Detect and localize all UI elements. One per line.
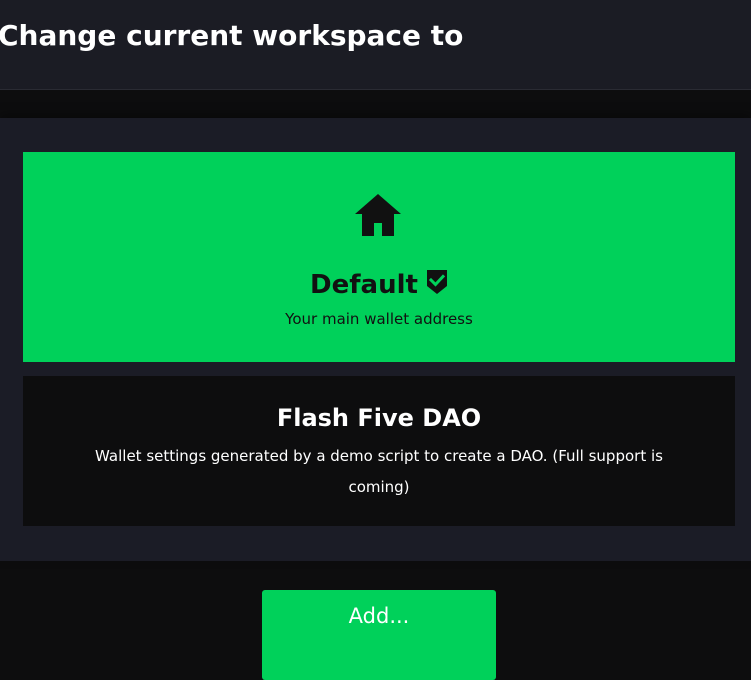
workspace-name: Default [310, 270, 418, 300]
workspace-description: Your main wallet address [285, 310, 473, 328]
page-header: Change current workspace to [0, 0, 751, 90]
page-title: Change current workspace to [0, 19, 464, 52]
workspace-name: Flash Five DAO [276, 404, 482, 432]
add-workspace-button[interactable]: Add... [262, 590, 496, 680]
workspace-description: Wallet settings generated by a demo scri… [95, 447, 663, 496]
workspace-card-flash-five-dao[interactable]: Flash Five DAO Wallet settings generated… [23, 376, 735, 526]
home-icon [355, 194, 401, 236]
check-badge-icon [426, 270, 447, 294]
workspace-card-default[interactable]: Default Your main wallet address [23, 152, 735, 362]
workspace-title-row: Default [23, 270, 735, 300]
